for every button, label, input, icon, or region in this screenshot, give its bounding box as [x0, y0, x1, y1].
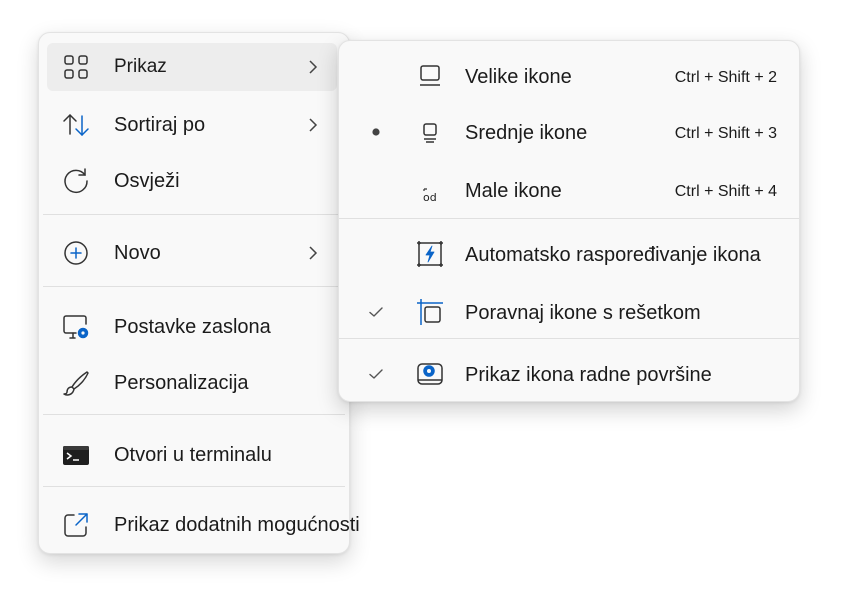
submenu-item-label: Prikaz ikona radne površine — [465, 364, 712, 386]
menu-item-label: Personalizacija — [114, 372, 249, 394]
bullet-selected-icon — [367, 123, 385, 141]
menu-separator — [43, 486, 345, 487]
menu-item-personalization[interactable]: Personalizacija — [47, 359, 337, 407]
checkmark-icon — [367, 365, 385, 383]
align-grid-icon — [415, 297, 445, 327]
large-icons-icon — [415, 61, 445, 91]
submenu-item-label: Poravnaj ikone s rešetkom — [465, 302, 701, 324]
menu-item-label: Otvori u terminalu — [114, 444, 272, 466]
refresh-icon — [61, 166, 91, 196]
auto-arrange-icon — [415, 239, 445, 269]
keyboard-shortcut: Ctrl + Shift + 3 — [674, 125, 777, 142]
desktop-context-menu-stage: Prikaz Sortiraj po Osvježi Novo Postavke… — [0, 0, 850, 594]
submenu-item-label: Male ikone — [465, 180, 562, 202]
submenu-item-label: Velike ikone — [465, 66, 572, 88]
submenu-item-show-desktop-icons[interactable]: Prikaz ikona radne površine — [343, 349, 795, 401]
small-icons-glyph-text: od — [423, 191, 437, 204]
submenu-separator — [339, 218, 799, 219]
menu-item-display-settings[interactable]: Postavke zaslona — [47, 303, 337, 351]
submenu-item-align-to-grid[interactable]: Poravnaj ikone s rešetkom — [343, 287, 795, 339]
submenu-item-medium-icons[interactable]: Srednje ikone Ctrl + Shift + 3 — [343, 107, 795, 159]
menu-item-label: Novo — [114, 242, 161, 264]
context-menu: Prikaz Sortiraj po Osvježi Novo Postavke… — [38, 32, 360, 554]
sort-arrows-icon — [61, 110, 91, 140]
grid-view-icon — [61, 52, 91, 82]
submenu-item-label: Srednje ikone — [465, 122, 588, 144]
view-submenu: Velike ikone Ctrl + Shift + 2 Srednje ik… — [338, 40, 800, 402]
menu-item-label: Sortiraj po — [114, 114, 206, 136]
menu-item-sort-by[interactable]: Sortiraj po — [47, 101, 337, 149]
paintbrush-icon — [61, 368, 91, 398]
menu-item-show-more-options[interactable]: Prikaz dodatnih mogućnosti — [47, 501, 360, 549]
menu-item-new[interactable]: Novo — [47, 229, 337, 277]
menu-item-label: Prikaz dodatnih mogućnosti — [114, 514, 360, 536]
checkmark-icon — [367, 303, 385, 321]
menu-separator — [43, 214, 345, 215]
menu-separator — [43, 286, 345, 287]
chevron-right-icon — [307, 115, 319, 135]
menu-separator — [43, 414, 345, 415]
submenu-item-label: Automatsko raspoređivanje ikona — [465, 244, 761, 266]
small-icons-icon: od — [415, 175, 445, 205]
submenu-item-small-icons[interactable]: od Male ikone Ctrl + Shift + 4 — [343, 165, 795, 217]
submenu-separator — [339, 338, 799, 339]
keyboard-shortcut: Ctrl + Shift + 2 — [674, 69, 777, 86]
display-settings-icon — [61, 312, 91, 342]
menu-item-refresh[interactable]: Osvježi — [47, 157, 337, 205]
chevron-right-icon — [307, 243, 319, 263]
menu-item-open-terminal[interactable]: Otvori u terminalu — [47, 431, 337, 479]
share-external-icon — [61, 510, 91, 540]
submenu-item-large-icons[interactable]: Velike ikone Ctrl + Shift + 2 — [343, 51, 795, 103]
terminal-icon — [61, 440, 91, 470]
menu-item-view[interactable]: Prikaz — [47, 43, 337, 91]
menu-item-label: Osvježi — [114, 170, 180, 192]
chevron-right-icon — [307, 57, 319, 77]
menu-item-label: Postavke zaslona — [114, 316, 271, 338]
menu-item-label: Prikaz — [114, 56, 167, 77]
show-desktop-icons-icon — [415, 359, 445, 389]
medium-icons-icon — [415, 117, 445, 147]
keyboard-shortcut: Ctrl + Shift + 4 — [674, 183, 777, 200]
submenu-item-auto-arrange[interactable]: Automatsko raspoređivanje ikona — [343, 229, 795, 281]
add-circle-icon — [61, 238, 91, 268]
